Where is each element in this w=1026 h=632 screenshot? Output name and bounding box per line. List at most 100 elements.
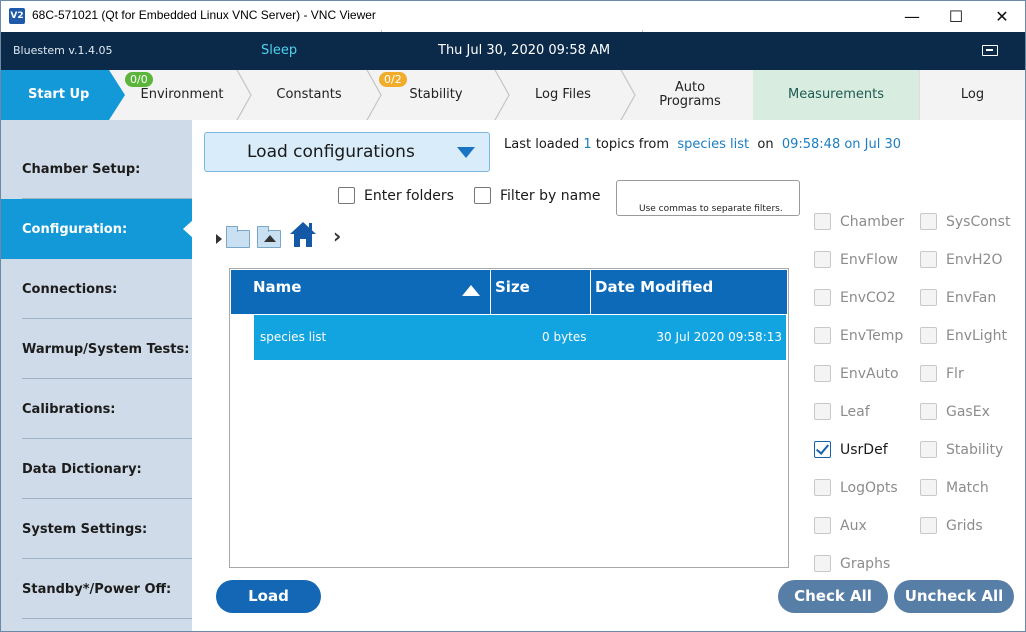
checkbox-label: Enter folders bbox=[364, 187, 454, 204]
topic-envtemp-checkbox[interactable]: EnvTemp bbox=[814, 327, 903, 344]
nav-calibrations[interactable]: Calibrations: bbox=[1, 379, 192, 439]
enter-folders-checkbox[interactable]: Enter folders bbox=[338, 187, 454, 204]
topic-graphs-checkbox[interactable]: Graphs bbox=[814, 555, 890, 572]
title-bar: V2 68C-571021 (Qt for Embedded Linux VNC… bbox=[1, 1, 1025, 32]
topic-envfan-checkbox[interactable]: EnvFan bbox=[920, 289, 996, 306]
checkbox-box[interactable] bbox=[920, 327, 937, 344]
nav-warmup-system-tests[interactable]: Warmup/System Tests: bbox=[1, 319, 192, 379]
checkbox-box[interactable] bbox=[814, 479, 831, 496]
tab-start-up[interactable]: Start Up bbox=[1, 70, 125, 120]
expand-arrow-icon[interactable] bbox=[216, 234, 222, 244]
topic-envco2-checkbox[interactable]: EnvCO2 bbox=[814, 289, 896, 306]
checkbox-label: EnvAuto bbox=[840, 365, 899, 382]
folder-icon[interactable] bbox=[226, 226, 250, 248]
checkbox-box[interactable] bbox=[920, 479, 937, 496]
checkbox-box-checked[interactable] bbox=[814, 441, 831, 458]
checkbox-box[interactable] bbox=[920, 365, 937, 382]
checkbox-box[interactable] bbox=[920, 213, 937, 230]
tab-auto-programs[interactable]: Auto Programs bbox=[633, 70, 747, 120]
checkbox-box[interactable] bbox=[814, 365, 831, 382]
topic-match-checkbox[interactable]: Match bbox=[920, 479, 989, 496]
filter-input[interactable] bbox=[617, 181, 799, 215]
filter-input-container[interactable] bbox=[616, 180, 800, 216]
checkbox-label: Flr bbox=[946, 365, 964, 382]
tab-measurements[interactable]: Measurements bbox=[753, 70, 919, 120]
checkbox-label: EnvTemp bbox=[840, 327, 904, 344]
topic-flr-checkbox[interactable]: Flr bbox=[920, 365, 964, 382]
folder-up-icon[interactable] bbox=[257, 226, 281, 248]
topic-usrdef-checkbox[interactable]: UsrDef bbox=[814, 441, 888, 458]
checkbox-box[interactable] bbox=[814, 517, 831, 534]
topic-chamber-checkbox[interactable]: Chamber bbox=[814, 213, 904, 230]
tab-label: Log Files bbox=[535, 87, 591, 102]
minimize-button[interactable]: — bbox=[889, 1, 935, 32]
environment-count-badge: 0/0 bbox=[125, 72, 153, 87]
tab-label: Start Up bbox=[28, 87, 90, 102]
column-header-name[interactable]: Name bbox=[231, 270, 491, 314]
file-date-modified: 30 Jul 2020 09:58:13 bbox=[656, 330, 782, 344]
nav-chamber-setup[interactable]: Chamber Setup: bbox=[1, 139, 192, 199]
table-row[interactable]: species list 0 bytes 30 Jul 2020 09:58:1… bbox=[254, 315, 786, 360]
topic-logopts-checkbox[interactable]: LogOpts bbox=[814, 479, 898, 496]
last-loaded-on: on bbox=[757, 137, 774, 152]
tab-separator-chevron bbox=[494, 70, 510, 120]
checkbox-box[interactable] bbox=[814, 403, 831, 420]
topic-envh2o-checkbox[interactable]: EnvH2O bbox=[920, 251, 1002, 268]
chevron-down-icon bbox=[457, 147, 475, 158]
checkbox-label: Graphs bbox=[840, 555, 891, 572]
checkbox-box[interactable] bbox=[920, 251, 937, 268]
checkbox-box[interactable] bbox=[920, 403, 937, 420]
tab-log-files[interactable]: Log Files bbox=[503, 70, 623, 120]
home-icon[interactable] bbox=[289, 220, 317, 248]
tab-constants[interactable]: Constants bbox=[249, 70, 369, 120]
checkbox-box[interactable] bbox=[814, 213, 831, 230]
filter-by-name-checkbox[interactable]: Filter by name bbox=[474, 187, 600, 204]
path-navigation: › bbox=[216, 220, 376, 254]
battery-icon[interactable] bbox=[982, 45, 998, 56]
tab-label: Measurements bbox=[787, 87, 885, 102]
chevron-right-icon[interactable]: › bbox=[333, 224, 341, 248]
checkbox-box[interactable] bbox=[920, 517, 937, 534]
checkbox-box[interactable] bbox=[814, 555, 831, 572]
uncheck-all-button[interactable]: Uncheck All bbox=[894, 580, 1014, 613]
check-all-button[interactable]: Check All bbox=[778, 580, 888, 613]
checkbox-label: EnvFlow bbox=[840, 251, 898, 268]
configuration-panel: Load configurations Last loaded 1 topics… bbox=[192, 120, 1025, 631]
topic-stability-checkbox[interactable]: Stability bbox=[920, 441, 1003, 458]
topic-leaf-checkbox[interactable]: Leaf bbox=[814, 403, 870, 420]
load-button[interactable]: Load bbox=[216, 580, 321, 613]
topic-grids-checkbox[interactable]: Grids bbox=[920, 517, 983, 534]
nav-standby-power-off[interactable]: Standby*/Power Off: bbox=[1, 559, 192, 619]
tab-label: Environment bbox=[140, 87, 224, 102]
topic-gasex-checkbox[interactable]: GasEx bbox=[920, 403, 990, 420]
checkbox-label: EnvH2O bbox=[946, 251, 1003, 268]
topic-envlight-checkbox[interactable]: EnvLight bbox=[920, 327, 1007, 344]
instrument-state[interactable]: Sleep bbox=[261, 43, 297, 58]
checkbox-box[interactable] bbox=[814, 251, 831, 268]
maximize-button[interactable]: ☐ bbox=[933, 1, 979, 32]
checkbox-box[interactable] bbox=[474, 187, 491, 204]
nav-configuration[interactable]: Configuration: bbox=[1, 199, 193, 259]
column-header-date-modified[interactable]: Date Modified bbox=[591, 270, 787, 314]
tab-label: Constants bbox=[276, 87, 342, 102]
last-loaded-count: 1 bbox=[583, 137, 592, 152]
last-loaded-middle: topics from bbox=[595, 137, 670, 152]
nav-connections[interactable]: Connections: bbox=[1, 259, 192, 319]
checkbox-box[interactable] bbox=[814, 289, 831, 306]
load-configurations-dropdown[interactable]: Load configurations bbox=[204, 132, 490, 172]
nav-data-dictionary[interactable]: Data Dictionary: bbox=[1, 439, 192, 499]
close-button[interactable]: ✕ bbox=[979, 1, 1025, 32]
tab-log[interactable]: Log bbox=[919, 70, 1025, 120]
topic-envauto-checkbox[interactable]: EnvAuto bbox=[814, 365, 899, 382]
tab-separator-chevron bbox=[236, 70, 252, 120]
topic-aux-checkbox[interactable]: Aux bbox=[814, 517, 867, 534]
topic-envflow-checkbox[interactable]: EnvFlow bbox=[814, 251, 898, 268]
checkbox-label: Chamber bbox=[840, 213, 905, 230]
checkbox-box[interactable] bbox=[814, 327, 831, 344]
nav-system-settings[interactable]: System Settings: bbox=[1, 499, 192, 559]
column-header-size[interactable]: Size bbox=[491, 270, 591, 314]
checkbox-box[interactable] bbox=[920, 289, 937, 306]
checkbox-box[interactable] bbox=[920, 441, 937, 458]
topic-sysconst-checkbox[interactable]: SysConst bbox=[920, 213, 1010, 230]
checkbox-box[interactable] bbox=[338, 187, 355, 204]
